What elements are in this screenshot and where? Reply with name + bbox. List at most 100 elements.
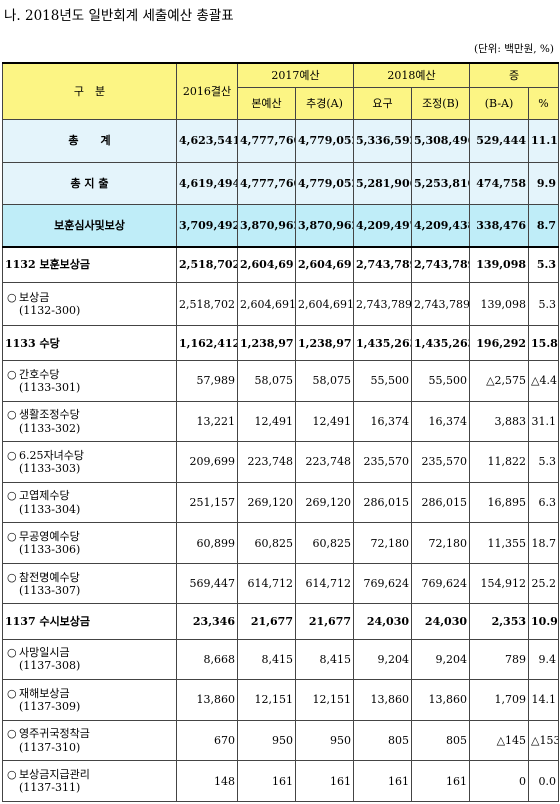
cell-value: 72,180	[411, 522, 471, 564]
bullet-icon: ○	[7, 290, 17, 304]
row-label-cell: ○ 생활조정수당 (1133-302)	[2, 400, 177, 443]
item-name: 보상금지급관리	[19, 767, 90, 781]
cell-value: 2,743,789	[411, 282, 471, 326]
item-code: (1137-311)	[19, 781, 81, 795]
budget-summary-table: 구 분 2016결산 2017예산 2018예산 증 본예산 추경(A) 요구 …	[2, 62, 560, 802]
cell-value: 4,619,494	[176, 161, 238, 206]
item-code: (1132-300)	[19, 304, 81, 318]
header-change: 증	[469, 62, 560, 89]
cell-value: 60,899	[176, 522, 238, 564]
table-row-item: ○ 6.25자녀수당 (1133-303) 209,699 223,748 223,…	[2, 441, 560, 483]
cell-value: 950	[237, 719, 296, 762]
cell-value: 139,098	[469, 282, 530, 326]
cell-value: 805	[353, 719, 413, 762]
cell-value: 18.7	[528, 522, 560, 564]
cell-value: 5,308,496	[411, 119, 471, 163]
row-label: 1137 수시보상금	[2, 603, 177, 640]
cell-value: 23,346	[176, 603, 238, 640]
cell-value: 2,518,702	[176, 282, 238, 326]
bullet-icon: ○	[7, 408, 17, 422]
bullet-icon: ○	[7, 448, 17, 462]
cell-value: △153	[528, 719, 560, 762]
cell-value: 269,120	[237, 481, 296, 524]
cell-value: 9,204	[353, 638, 413, 681]
cell-value: 5,336,592	[353, 119, 413, 163]
cell-value: 161	[353, 760, 413, 802]
cell-value: △2,575	[469, 360, 530, 402]
cell-value: 4,777,760	[237, 161, 296, 206]
cell-value: 805	[411, 719, 471, 762]
cell-value: 21,677	[237, 603, 296, 640]
cell-value: 2,604,691	[237, 245, 296, 284]
cell-value: 223,748	[237, 441, 296, 483]
row-label-cell: ○ 재해보상금 (1137-309)	[2, 679, 177, 721]
row-label-cell: ○ 보상금 (1132-300)	[2, 282, 177, 326]
table-row-item: ○ 보상금지급관리 (1137-311) 148 161 161 161 161 0…	[2, 760, 560, 802]
cell-value: 4,623,541	[176, 119, 238, 163]
bullet-icon: ○	[7, 529, 17, 543]
cell-value: 9,204	[411, 638, 471, 681]
table-row-item: ○ 고엽제수당 (1133-304) 251,157 269,120 269,120…	[2, 481, 560, 524]
item-name: 무공영예수당	[19, 529, 80, 543]
cell-value: △145	[469, 719, 530, 762]
cell-value: 286,015	[353, 481, 413, 524]
cell-value: 12,491	[294, 400, 355, 443]
cell-value: 148	[176, 760, 238, 802]
table-row-item: ○ 간호수당 (1133-301) 57,989 58,075 58,075 55,…	[2, 360, 560, 402]
cell-value: 8.7	[528, 204, 560, 248]
header-2017-budget: 2017예산	[236, 62, 355, 89]
row-label: 1132 보훈보상금	[2, 245, 177, 284]
cell-value: 31.1	[528, 400, 560, 443]
cell-value: 16,374	[353, 400, 413, 443]
item-code: (1137-310)	[19, 740, 81, 754]
cell-value: 161	[411, 760, 471, 802]
cell-value: 769,624	[353, 562, 413, 605]
item-name: 6.25자녀수당	[19, 448, 84, 462]
cell-value: 57,989	[176, 360, 238, 402]
header-2018-adjusted: 조정(B)	[411, 87, 471, 121]
cell-value: 5,281,906	[353, 161, 413, 206]
cell-value: 12,151	[237, 679, 296, 721]
table-row-total-expenditure: 총 지 출 4,619,494 4,777,760 4,779,052 5,28…	[2, 161, 560, 206]
cell-value: 5.3	[528, 245, 560, 284]
cell-value: △4.4	[528, 360, 560, 402]
table-row-unit: 1137 수시보상금 23,346 21,677 21,677 24,030 2…	[2, 603, 560, 640]
cell-value: 72,180	[353, 522, 413, 564]
cell-value: 1,435,263	[411, 324, 471, 362]
cell-value: 614,712	[294, 562, 355, 605]
cell-value: 13,860	[176, 679, 238, 721]
row-label-cell: ○ 무공영예수당 (1133-306)	[2, 522, 177, 564]
cell-value: 9.9	[528, 161, 560, 206]
row-label-cell: ○ 간호수당 (1133-301)	[2, 360, 177, 402]
item-code: (1137-309)	[19, 700, 81, 713]
cell-value: 2,518,702	[176, 245, 238, 284]
row-label: 보훈심사및보상	[2, 204, 177, 248]
header-2017-main: 본예산	[237, 87, 296, 121]
cell-value: 670	[176, 719, 238, 762]
cell-value: 251,157	[176, 481, 238, 524]
cell-value: 24,030	[353, 603, 413, 640]
cell-value: 4,209,438	[411, 204, 471, 248]
item-name: 간호수당	[19, 367, 60, 381]
cell-value: 55,500	[411, 360, 471, 402]
cell-value: 12,151	[294, 679, 355, 721]
cell-value: 1,238,971	[237, 324, 296, 362]
cell-value: 0	[469, 760, 530, 802]
cell-value: 2,743,789	[353, 245, 413, 284]
cell-value: 0.0	[528, 760, 560, 802]
item-name: 생활조정수당	[19, 408, 80, 422]
cell-value: 1,709	[469, 679, 530, 721]
header-2016-settlement: 2016결산	[176, 62, 238, 121]
item-code: (1133-301)	[19, 380, 81, 394]
cell-value: 2,604,691	[294, 245, 355, 284]
cell-value: 2,743,789	[411, 245, 471, 284]
bullet-icon: ○	[7, 646, 17, 660]
bullet-icon: ○	[7, 767, 17, 781]
item-name: 참전명예수당	[19, 570, 80, 584]
table-row-item: ○ 생활조정수당 (1133-302) 13,221 12,491 12,491 1…	[2, 400, 560, 443]
cell-value: 10.9	[528, 603, 560, 640]
cell-value: 60,825	[237, 522, 296, 564]
cell-value: 235,570	[353, 441, 413, 483]
document-title: 나. 2018년도 일반회계 세출예산 총괄표	[4, 8, 234, 24]
cell-value: 5,253,810	[411, 161, 471, 206]
